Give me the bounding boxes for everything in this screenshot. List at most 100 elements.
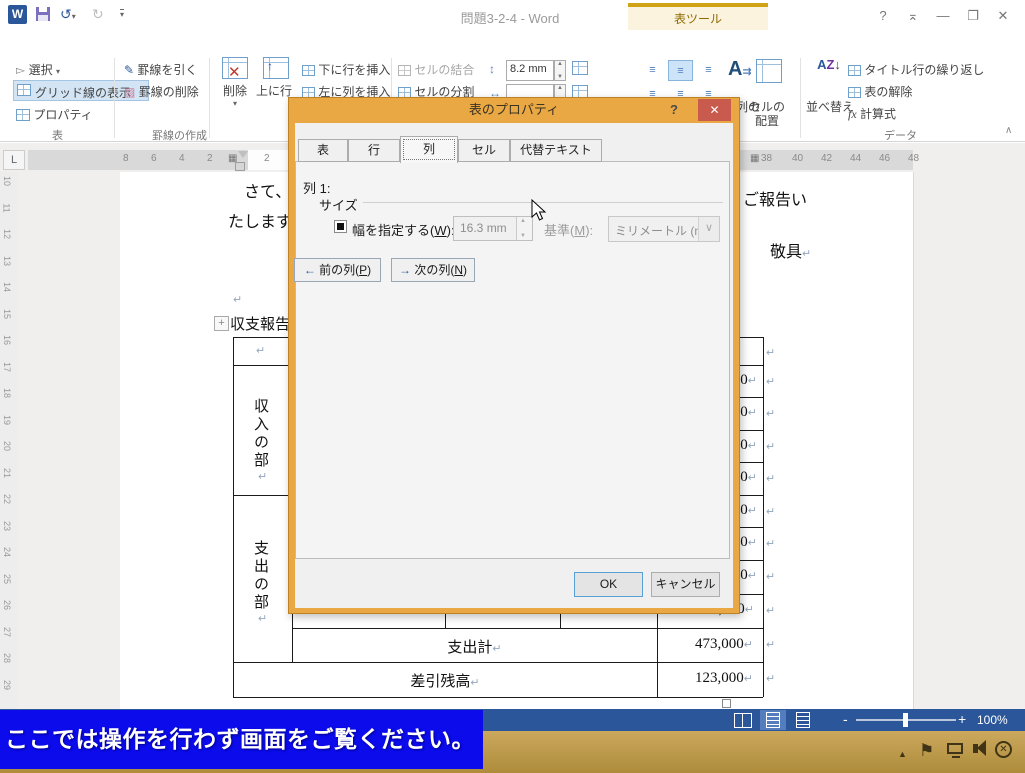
table-cell[interactable]: 収入の部 <box>250 398 271 470</box>
table-cell[interactable]: 差引残高↵ <box>233 670 657 691</box>
undo-icon[interactable]: ↺▾ <box>60 6 76 23</box>
ribbon-tab-row: ファイル ホーム 挿入 デザイン ページ レイアウト 参考資料 差し込み文書 校… <box>0 30 1025 55</box>
specify-width-checkbox[interactable] <box>334 220 347 233</box>
table-border <box>763 337 764 697</box>
table-cell[interactable]: 支出計↵ <box>292 636 657 657</box>
group-divider <box>391 58 392 98</box>
delete-table-button[interactable]: ✕ 削除▾ <box>214 57 256 108</box>
table-column-marker-icon[interactable]: ▦ <box>750 153 759 164</box>
cancel-button[interactable]: キャンセル <box>651 572 720 597</box>
redo-icon[interactable]: ↻ <box>92 6 104 23</box>
table-border <box>233 697 763 698</box>
table-cell[interactable]: 123,000↵ <box>657 670 753 687</box>
right-arrow-icon: → <box>399 263 411 277</box>
repeat-header-button[interactable]: タイトル行の繰り返し <box>848 61 984 78</box>
flag-icon[interactable]: ⚑ <box>919 741 934 761</box>
merge-cells-button: セルの結合 <box>398 61 474 78</box>
group-label-data: データ <box>884 127 917 143</box>
tab-selector[interactable]: L <box>3 150 25 170</box>
cell-margins-button[interactable] <box>756 59 782 88</box>
closing-text[interactable]: 敬具↵ <box>770 238 811 262</box>
table-border <box>233 337 234 697</box>
save-icon[interactable] <box>36 7 50 21</box>
ok-button[interactable]: OK <box>574 572 643 597</box>
zoom-out-button[interactable]: - <box>843 711 848 727</box>
vertical-ruler: 10 11 12 13 14 15 16 17 18 19 20 21 22 2… <box>0 172 18 709</box>
print-layout-button[interactable] <box>760 710 786 730</box>
dialog-tab-row[interactable]: 行 <box>348 139 400 162</box>
properties-icon <box>16 109 30 121</box>
select-button[interactable]: ▻ 選択 ▾ <box>16 61 60 78</box>
insert-below-button[interactable]: 下に行を挿入 <box>302 61 390 78</box>
title-bar: W ↺▾ ↻ ▾ 問題3-2-4 - Word 表ツール ? ⌅ — ❐ ✕ <box>0 0 1025 30</box>
ribbon-display-icon[interactable]: ⌅ <box>902 8 924 24</box>
restore-icon[interactable]: ❐ <box>962 8 984 24</box>
zoom-in-button[interactable]: + <box>958 711 966 727</box>
draw-border-button[interactable]: ✎ 罫線を引く <box>124 61 197 78</box>
gridlines-icon <box>17 84 31 96</box>
dialog-tab-column[interactable]: 列 <box>400 136 458 163</box>
align-top-right-button[interactable]: ≡ <box>696 60 721 81</box>
dialog-close-button[interactable]: ✕ <box>698 99 731 121</box>
table-border <box>233 662 763 663</box>
dialog-tab-table[interactable]: 表 <box>298 139 348 162</box>
body-text-line[interactable]: たします <box>228 208 292 232</box>
sort-button[interactable]: AZ↓ <box>812 58 846 72</box>
read-mode-button[interactable] <box>730 710 756 730</box>
collapse-ribbon-icon[interactable]: ∧ <box>1005 125 1012 136</box>
dialog-help-icon[interactable]: ? <box>670 102 678 117</box>
repeat-header-icon <box>848 65 861 76</box>
qat-customize-icon[interactable]: ▾ <box>120 9 124 19</box>
row-height-spinner[interactable] <box>554 60 566 81</box>
measure-unit-dropdown: ミリメートル (mm)∨ <box>608 216 720 242</box>
left-arrow-icon: ← <box>304 263 316 277</box>
convert-to-text-button[interactable]: 表の解除 <box>848 83 912 100</box>
insert-above-button[interactable]: ↑ 上に行 <box>256 57 296 99</box>
body-text-line[interactable]: さて、 <box>244 178 291 202</box>
help-icon[interactable]: ? <box>872 8 894 23</box>
cell-margins-icon <box>756 59 782 83</box>
width-value-field: 16.3 mm <box>453 216 533 241</box>
row-height-field[interactable]: 8.2 mm <box>506 60 554 81</box>
distribute-rows-button[interactable] <box>572 61 588 80</box>
text-direction-icon[interactable]: A⇉ <box>728 58 752 81</box>
measure-in-label: 基準(M): <box>544 220 593 239</box>
close-icon[interactable]: ✕ <box>992 8 1014 24</box>
body-text-line[interactable]: ご報告い <box>743 186 807 210</box>
table-move-handle[interactable]: + <box>214 316 229 331</box>
close-circle-icon[interactable]: ✕ <box>995 741 1012 758</box>
instruction-banner: ここでは操作を行わず画面をご覧ください。 <box>0 710 483 769</box>
up-arrow-icon: ↑ <box>267 59 273 73</box>
zoom-level[interactable]: 100% <box>977 713 1008 727</box>
dialog-tab-cell[interactable]: セル <box>458 139 510 162</box>
left-indent-marker[interactable] <box>235 162 245 171</box>
formula-button[interactable]: fx 計算式 <box>848 105 896 122</box>
table-resize-handle[interactable] <box>722 699 731 708</box>
group-divider <box>209 58 210 138</box>
next-column-button[interactable]: → 次の列(N) <box>391 258 475 282</box>
tray-expand-icon[interactable]: ▲ <box>898 749 907 759</box>
table-title[interactable]: 収支報告 <box>230 313 290 334</box>
table-cell[interactable]: 支出の部 <box>250 540 271 612</box>
dialog-tab-alt-text[interactable]: 代替テキスト <box>510 139 602 162</box>
chevron-down-icon: ∨ <box>698 217 719 241</box>
zoom-slider-thumb[interactable] <box>903 713 908 727</box>
border-eraser-button[interactable]: ▨ 罫線の削除 <box>124 83 199 100</box>
web-layout-button[interactable] <box>790 710 816 730</box>
red-x-icon: ✕ <box>228 63 241 81</box>
minimize-icon[interactable]: — <box>932 8 954 23</box>
group-label-draw: 罫線の作成 <box>152 127 207 143</box>
previous-column-button[interactable]: ← 前の列(P) <box>294 258 381 282</box>
pen-icon: ✎ <box>124 63 134 77</box>
align-top-center-button[interactable]: ≡ <box>668 60 693 81</box>
width-spinner <box>516 217 532 240</box>
paragraph-mark: ↵ <box>233 293 242 306</box>
align-top-left-button[interactable]: ≡ <box>640 60 665 81</box>
group-label-table: 表 <box>52 127 63 143</box>
table-properties-button[interactable]: プロパティ <box>16 106 93 123</box>
sort-az-icon: AZ↓ <box>812 58 846 72</box>
table-cell[interactable]: 473,000↵ <box>657 636 753 653</box>
table-border <box>292 628 763 629</box>
word-window: W ↺▾ ↻ ▾ 問題3-2-4 - Word 表ツール ? ⌅ — ❐ ✕ フ… <box>0 0 1025 773</box>
network-icon[interactable] <box>947 743 963 754</box>
